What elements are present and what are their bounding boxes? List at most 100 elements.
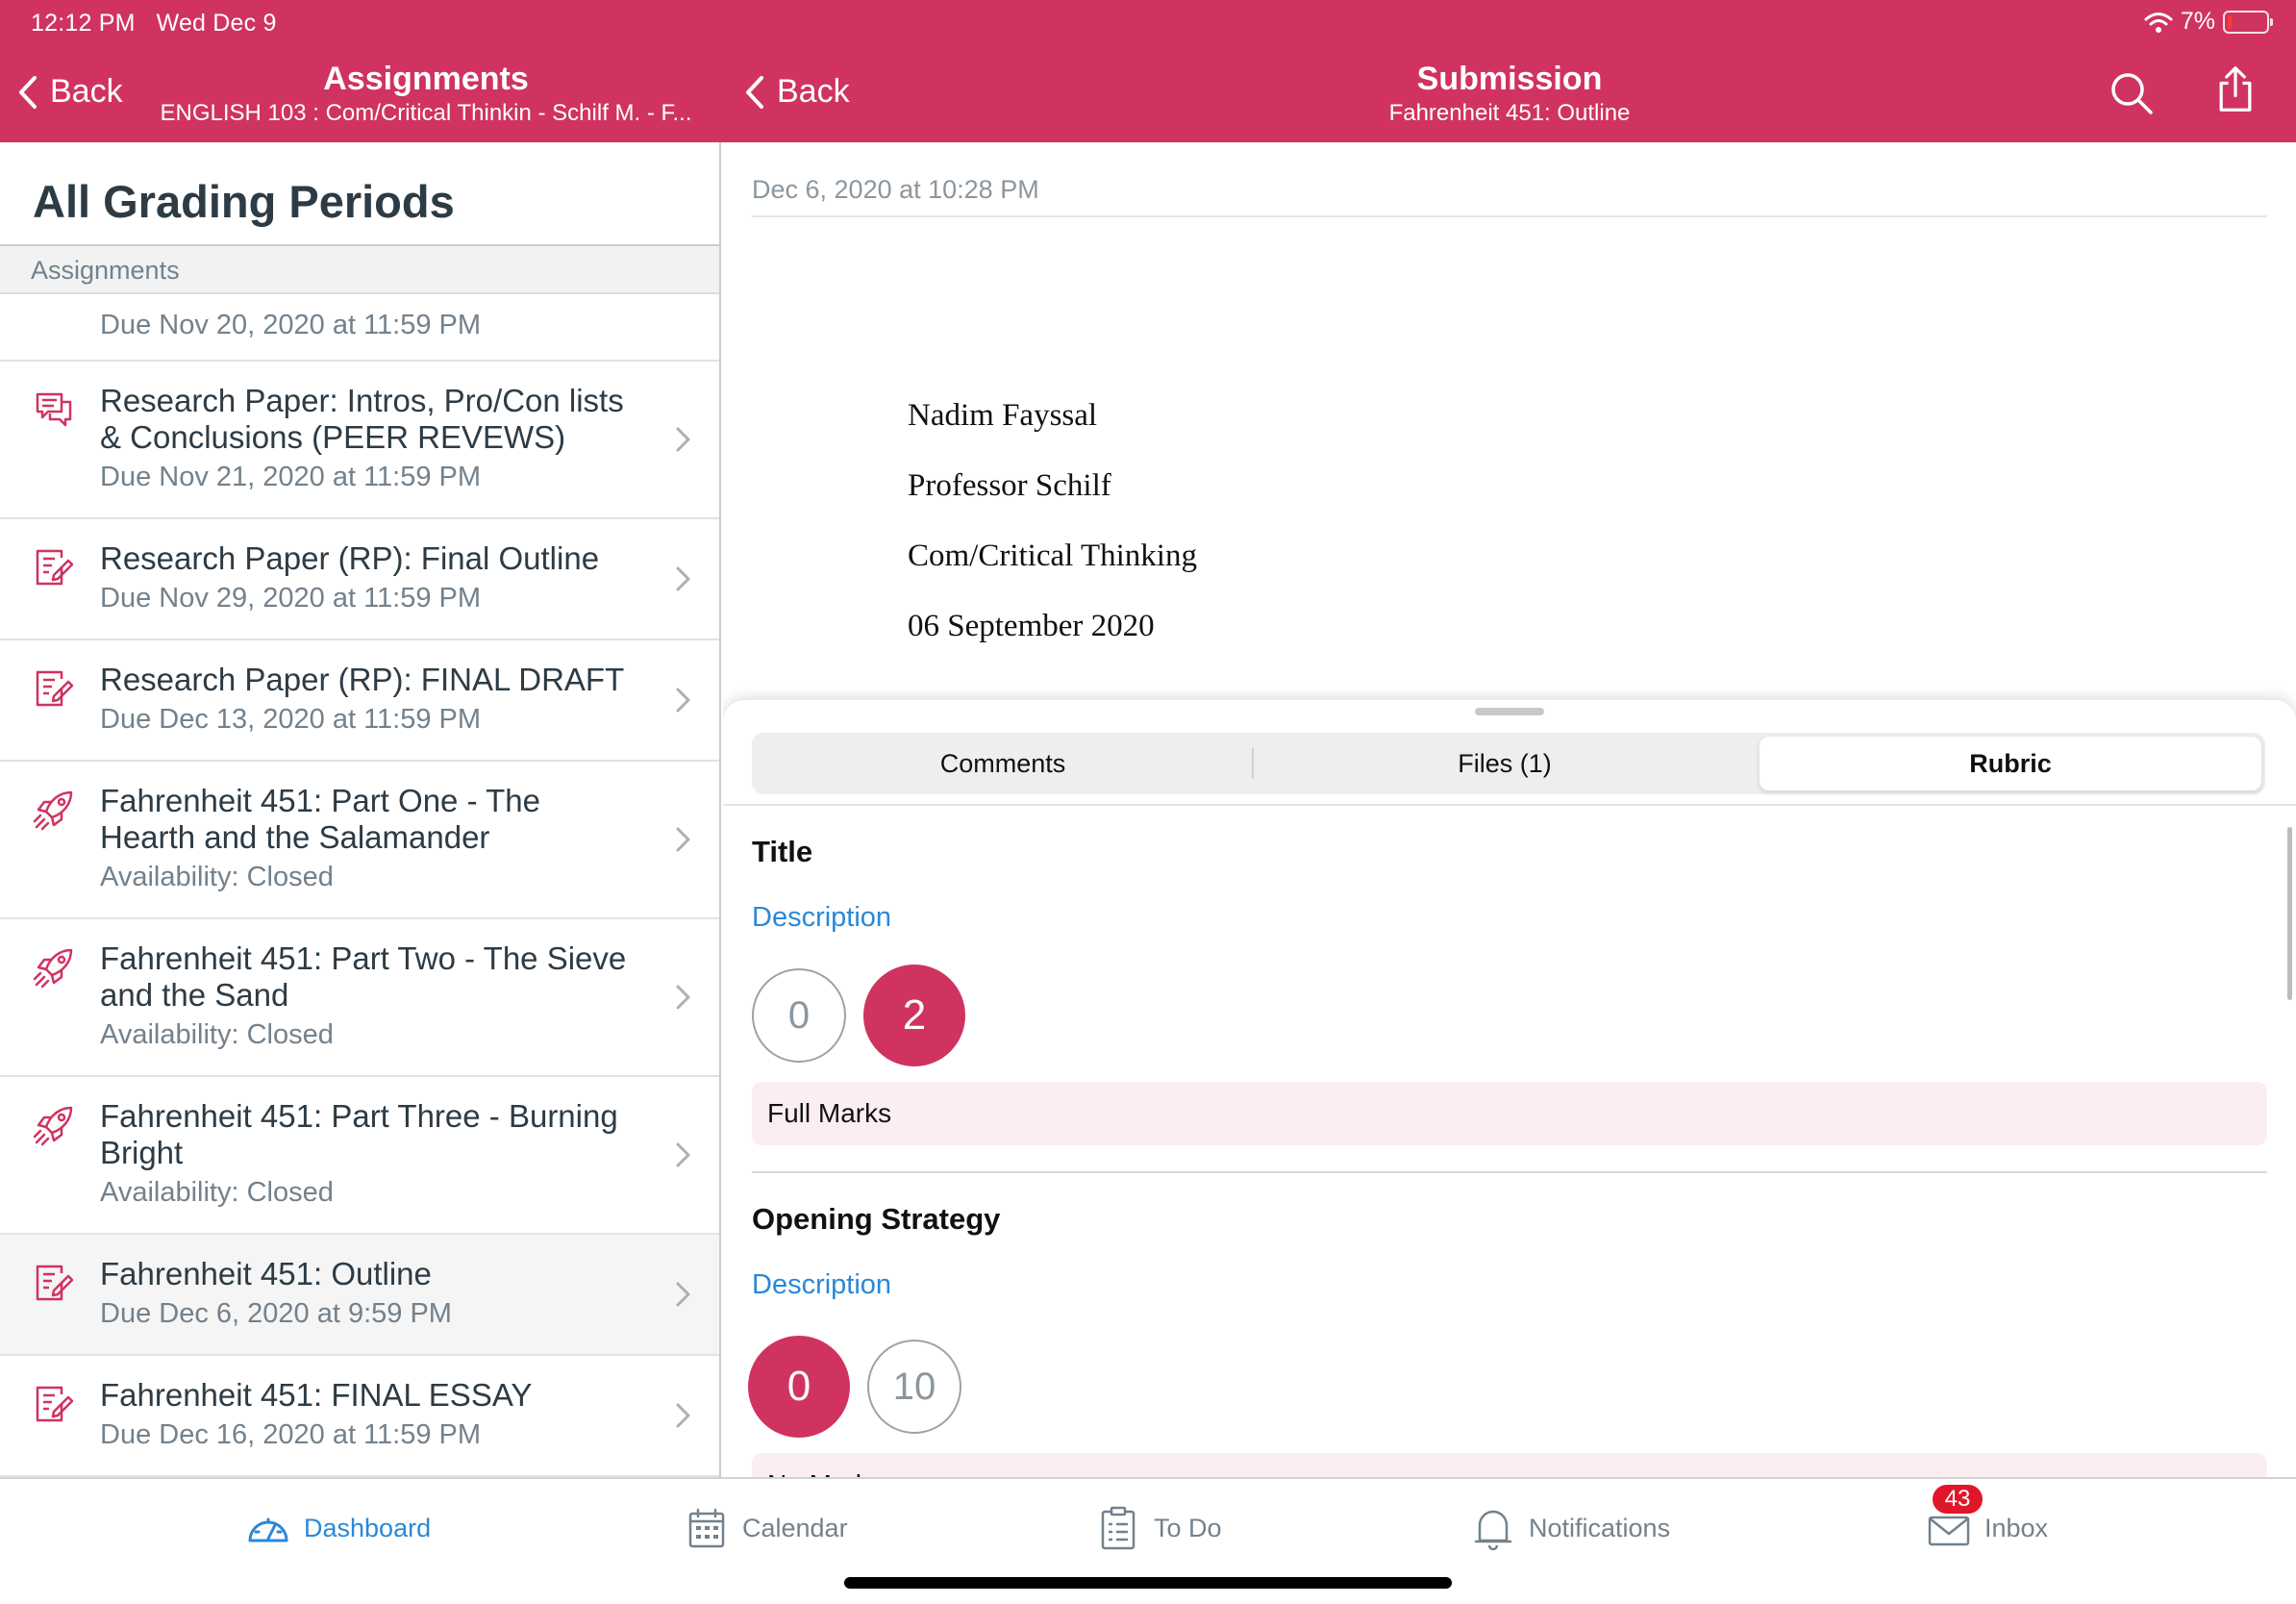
assignment-title: Research Paper (RP): Final Outline [100,540,600,576]
tab-comments[interactable]: Comments [752,733,1254,794]
top-navigation-bar: 12:12 PM Wed Dec 9 7% Back Assignments EN… [0,0,2296,142]
assignment-row[interactable]: Research Paper (RP): Final Outline Due No… [0,519,719,640]
calendar-icon [688,1508,725,1548]
criterion-title: Opening Strategy [752,1202,1001,1236]
tab-calendar[interactable]: Calendar [685,1506,848,1550]
chevron-right-icon [676,688,690,713]
assignment-row[interactable]: Research Paper (RP): FINAL DRAFT Due Dec … [0,640,719,762]
assignment-row[interactable]: Fahrenheit 451: Part Two - The Sieve and… [0,919,719,1077]
assignment-title: Fahrenheit 451: Part Two - The Sieve and… [100,940,627,1013]
drawer-handle[interactable] [1475,708,1544,715]
points-option-selected[interactable]: 2 [863,965,965,1066]
right-back-button[interactable]: Back [744,73,850,111]
chevron-right-icon [676,566,690,591]
assignment-row[interactable]: Fahrenheit 451: FINAL ESSAY Due Dec 16, 2… [0,1356,719,1477]
assignment-icon [33,546,75,589]
divider [752,215,2267,217]
points-option-selected[interactable]: 0 [748,1336,850,1438]
left-nav-title: Assignments ENGLISH 103 : Com/Critical T… [142,60,710,129]
chevron-left-icon [19,75,37,109]
doc-line: Nadim Fayssal [908,398,1098,433]
description-link[interactable]: Description [752,1269,2267,1301]
chevron-right-icon [676,1403,690,1428]
tab-rubric[interactable]: Rubric [1759,737,2261,790]
left-back-label: Back [50,73,123,110]
drawer-sheet: Comments Files (1) Rubric Title Descript… [723,700,2296,1477]
share-icon[interactable] [2211,65,2259,113]
assignment-title: Research Paper (RP): FINAL DRAFT [100,662,625,697]
tab-inbox[interactable]: 43 Inbox [1927,1483,2049,1550]
tab-label: Inbox [1984,1513,2049,1542]
assignment-subtitle: Due Dec 6, 2020 at 9:59 PM [100,1298,452,1329]
assignment-row[interactable]: Fahrenheit 451: Part Three - Burning Bri… [0,1077,719,1235]
tab-todo[interactable]: To Do [1096,1506,1222,1550]
doc-line: Com/Critical Thinking [908,539,1197,573]
assignment-title: Fahrenheit 451: Part Three - Burning Bri… [100,1098,618,1170]
discussion-icon [33,388,75,431]
doc-line: Professor Schilf [908,468,1111,503]
rubric-criterion: Title Description 0 2 Full Marks [752,835,2267,1145]
assignment-icon [33,1383,75,1425]
quiz-rocket-icon [33,1104,75,1146]
assignment-icon [33,1262,75,1304]
tab-label: To Do [1154,1513,1222,1542]
chevron-right-icon [676,427,690,452]
tab-label: Calendar [742,1513,848,1542]
assignment-list: Due Nov 20, 2020 at 11:59 PM Research Pa… [0,294,719,1477]
submission-date: Dec 6, 2020 at 10:28 PM [752,175,1039,204]
submission-title: Submission [1416,61,1603,97]
points-option[interactable]: 10 [867,1340,961,1434]
assignment-title: Research Paper: Intros, Pro/Con lists & … [100,383,624,455]
inbox-icon-wrap: 43 [1927,1483,1984,1550]
left-back-button[interactable]: Back [17,73,123,111]
submission-panel: Dec 6, 2020 at 10:28 PM Nadim Fayssal Pr… [723,142,2296,1477]
assignment-row[interactable]: Research Paper: Intros, Pro/Con lists & … [0,362,719,519]
assignments-panel: All Grading Periods Assignments Due Nov … [0,142,721,1477]
tab-label: Dashboard [304,1513,432,1542]
course-subtitle: ENGLISH 103 : Com/Critical Thinkin - Sch… [160,100,692,126]
list-item-subtitle: Due Nov 20, 2020 at 11:59 PM [100,310,482,340]
tab-dashboard[interactable]: Dashboard [246,1506,431,1550]
assignment-rows: Research Paper: Intros, Pro/Con lists & … [0,362,719,1477]
chevron-right-icon [676,1142,690,1167]
points-selector: 0 10 [748,1336,2267,1438]
assignment-row[interactable]: Fahrenheit 451: Part One - The Hearth an… [0,762,719,919]
tab-notifications[interactable]: Notifications [1471,1506,1670,1550]
description-link[interactable]: Description [752,902,2267,934]
chevron-right-icon [676,827,690,852]
assignment-title: Fahrenheit 451: Part One - The Hearth an… [100,783,540,855]
doc-line: 06 September 2020 [908,609,1155,643]
rating-label: No Marks [752,1453,2267,1477]
assignment-subtitle: Due Nov 29, 2020 at 11:59 PM [100,583,482,614]
bell-icon [1474,1510,1512,1550]
scrollbar[interactable] [2287,827,2292,1000]
status-date: Wed Dec 9 [156,10,277,37]
section-header: Assignments [0,246,719,294]
search-icon[interactable] [2108,69,2156,117]
quiz-rocket-icon [33,946,75,989]
home-indicator[interactable] [844,1577,1452,1589]
assignments-title: Assignments [323,61,529,97]
chevron-right-icon [676,985,690,1010]
assignment-subtitle: Due Nov 21, 2020 at 11:59 PM [100,462,482,492]
assignment-subtitle: Availability: Closed [100,862,334,892]
rating-label: Full Marks [752,1082,2267,1145]
document-preview[interactable]: Nadim Fayssal Professor Schilf Com/Criti… [908,398,1197,679]
tab-files[interactable]: Files (1) [1254,733,1756,794]
divider [723,804,2296,806]
assignment-icon [33,667,75,710]
status-time: 12:12 PM [31,10,136,37]
criterion-divider [752,1171,2267,1173]
chevron-right-icon [676,1282,690,1307]
assignment-subtitle: Availability: Closed [100,1177,334,1208]
quiz-rocket-icon [33,789,75,831]
chevron-left-icon [746,75,763,109]
rubric-criterion: Opening Strategy Description 0 10 No Mar… [748,1202,2267,1477]
tab-label: Notifications [1529,1513,1671,1542]
todo-icon [1101,1506,1136,1550]
list-item[interactable]: Due Nov 20, 2020 at 11:59 PM [0,294,719,362]
segmented-control: Comments Files (1) Rubric [752,733,2265,794]
assignment-row[interactable]: Fahrenheit 451: Outline Due Dec 6, 2020 a… [0,1235,719,1356]
app-window: 12:12 PM Wed Dec 9 7% Back Assignments EN… [0,0,2296,1604]
points-option[interactable]: 0 [752,968,846,1063]
